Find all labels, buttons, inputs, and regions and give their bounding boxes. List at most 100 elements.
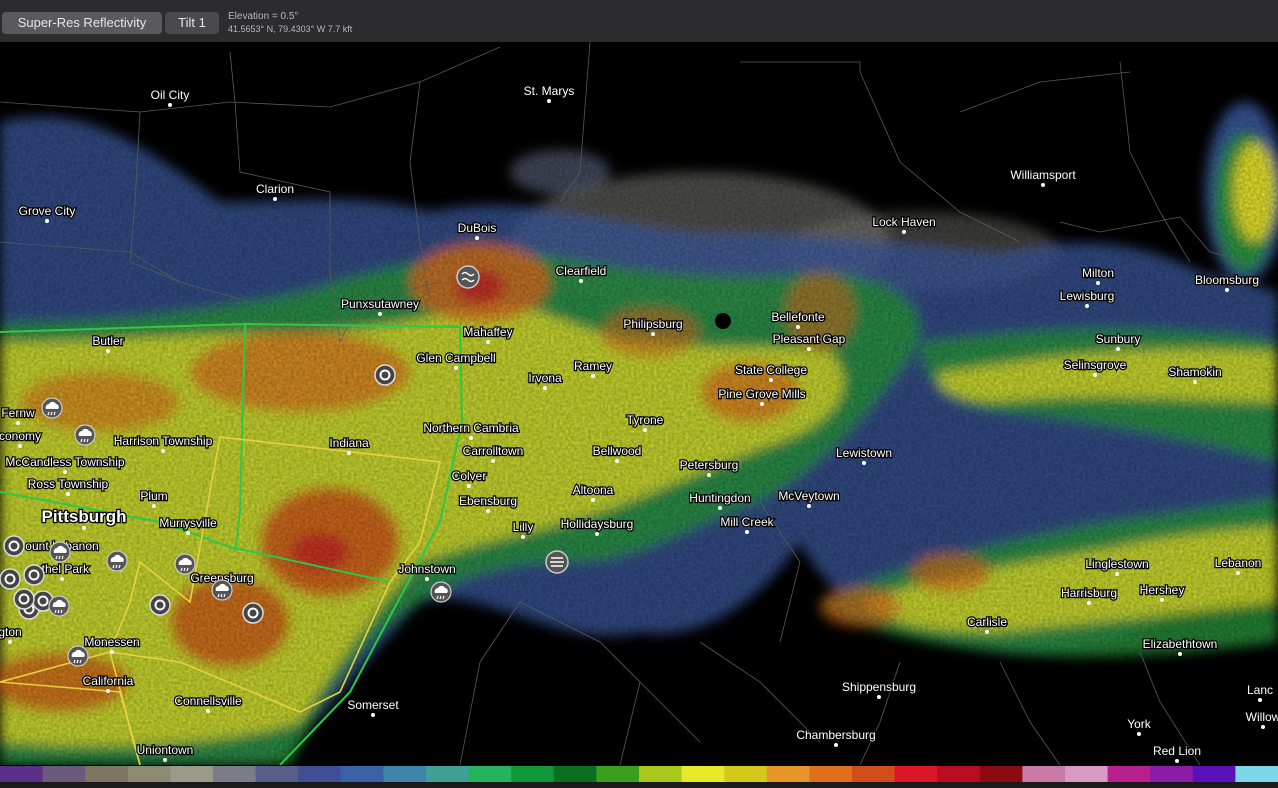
city-dot [106,689,110,693]
city-dot [1193,380,1197,384]
legend-swatch [42,766,86,782]
storm-cell-icon[interactable] [0,568,21,590]
city-dot [1258,698,1262,702]
legend-swatch [1107,766,1151,782]
city-label: Chambersburg [796,728,875,742]
city-label: Uniontown [137,743,194,757]
city-label: Lilly [513,520,534,534]
city-dot [643,428,647,432]
city-label: Williamsport [1010,168,1076,182]
city-label: St. Marys [524,84,575,98]
city-label: Butler [92,334,123,348]
rain-cloud-icon[interactable] [211,579,233,601]
city-label: Philipsburg [623,317,682,331]
city-dot [186,531,190,535]
city-label: Sunbury [1096,332,1141,346]
reflectivity-color-legend [0,766,1278,782]
city-dot [591,498,595,502]
city-label: Oil City [151,88,190,102]
city-dot [491,459,495,463]
city-dot [425,577,429,581]
fog-icon[interactable] [545,550,569,574]
city-dot [1093,373,1097,377]
rain-cloud-icon[interactable] [174,553,196,575]
city-dot [807,347,811,351]
storm-cell-icon[interactable] [3,535,25,557]
city-label: Bellwood [593,444,642,458]
city-label: California [83,674,134,688]
city-label: Murrysville [159,516,217,530]
rain-cloud-icon[interactable] [49,541,71,563]
city-label: Plum [140,489,167,503]
city-dot [16,421,20,425]
rain-cloud-icon[interactable] [41,397,63,419]
city-label: Monessen [84,635,139,649]
city-label: Petersburg [680,458,739,472]
city-dot [347,451,351,455]
city-label: Lebanon [1215,556,1262,570]
rain-cloud-icon[interactable] [106,550,128,572]
reflectivity-layer [0,42,1278,765]
radar-map[interactable]: Oil City St. Marys Clarion Williamsport Grov… [0,42,1278,765]
legend-swatch [894,766,938,782]
city-label: Ramey [574,359,612,373]
storm-cell-icon[interactable] [149,594,171,616]
city-label: Ross Township [28,477,109,491]
city-dot [486,340,490,344]
city-label: Indiana [329,436,369,450]
city-label: Colver [452,469,487,483]
legend-swatch [766,766,810,782]
city-label: Red Lion [1153,744,1201,758]
city-dot [707,473,711,477]
city-dot [82,526,86,530]
city-dot [106,349,110,353]
product-selector-button[interactable]: Super-Res Reflectivity [2,12,162,34]
city-dot [163,758,167,762]
storm-cell-icon[interactable] [13,588,35,610]
city-dot [168,103,172,107]
legend-swatch [383,766,427,782]
storm-cell-icon[interactable] [374,364,396,386]
city-dot [769,378,773,382]
legend-swatch [340,766,384,782]
rain-cloud-icon[interactable] [74,424,96,446]
city-dot [834,743,838,747]
storm-cell-icon[interactable] [23,564,45,586]
storm-cell-icon[interactable] [242,602,264,624]
legend-swatch [639,766,683,782]
city-dot [8,640,12,644]
city-label: DuBois [458,221,497,235]
rain-cloud-icon[interactable] [67,645,89,667]
city-dot [152,504,156,508]
city-dot [1116,347,1120,351]
city-dot [66,492,70,496]
city-dot [467,484,471,488]
legend-swatch [937,766,981,782]
legend-swatch [1150,766,1194,782]
city-dot [486,509,490,513]
city-label: Linglestown [1085,557,1148,571]
fog-icon[interactable] [456,265,480,289]
tilt-selector-button[interactable]: Tilt 1 [165,12,219,34]
city-label: Lewisburg [1060,289,1115,303]
city-dot [651,332,655,336]
city-label: Connellsville [174,694,242,708]
city-dot [862,461,866,465]
city-dot [1041,183,1045,187]
rain-cloud-icon[interactable] [430,581,452,603]
city-label: Pine Grove Mills [718,387,805,401]
city-label: State College [735,363,807,377]
city-label: Irvona [528,371,562,385]
city-label: Clearfield [556,264,607,278]
city-dot [718,506,722,510]
city-dot [1115,572,1119,576]
city-dot [469,436,473,440]
city-label: Bellefonte [771,310,825,324]
city-label: Milton [1082,266,1114,280]
legend-swatch [596,766,640,782]
city-dot [796,325,800,329]
legend-swatch [681,766,725,782]
radar-site-icon[interactable] [715,313,731,329]
rain-cloud-icon[interactable] [48,595,70,617]
elevation-readout: Elevation = 0.5° [228,11,299,22]
